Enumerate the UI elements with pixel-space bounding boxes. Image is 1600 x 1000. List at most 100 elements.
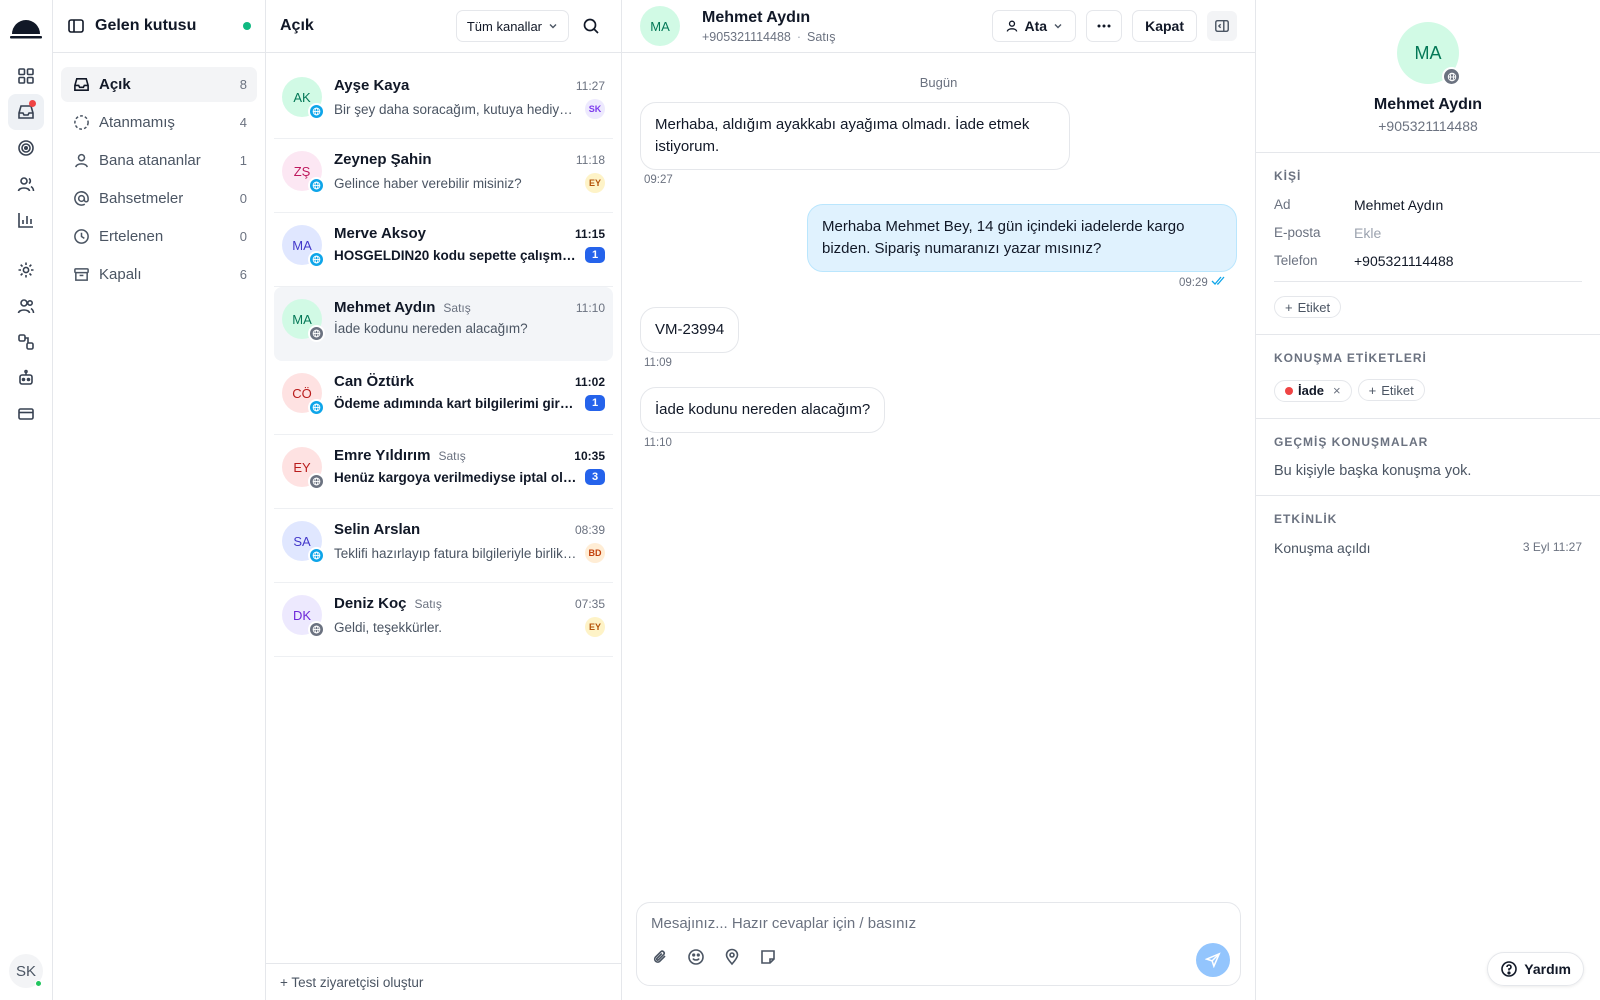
- settings-gear-icon[interactable]: [8, 252, 44, 288]
- message-composer[interactable]: Mesajınız... Hazır cevaplar için / basın…: [636, 902, 1241, 986]
- search-button[interactable]: [575, 10, 607, 42]
- inbox-item-open[interactable]: Açık 8: [61, 67, 257, 102]
- conversation-item[interactable]: SA Selin Arslan 08:39 Teklifi hazırlayıp…: [274, 509, 613, 583]
- conversation-item[interactable]: MA Merve Aksoy 11:15 HOSGELDIN20 kodu se…: [274, 213, 613, 287]
- web-channel-icon: [308, 547, 325, 564]
- close-conversation-button[interactable]: Kapat: [1132, 10, 1197, 42]
- conversation-team-tag: Satış: [438, 449, 466, 463]
- message-bubble[interactable]: Merhaba, aldığım ayakkabı ayağıma olmadı…: [640, 102, 1070, 170]
- add-contact-tag-button[interactable]: + Etiket: [1274, 296, 1342, 318]
- conversation-preview: Gelince haber verebilir misiniz?: [334, 175, 522, 191]
- app-root: SK Gelen kutusu Açık 8 Atanmamış 4 Bana …: [0, 0, 1600, 1000]
- remove-tag-x-icon[interactable]: ×: [1333, 383, 1341, 398]
- user-avatar[interactable]: SK: [9, 954, 43, 988]
- reports-icon[interactable]: [8, 202, 44, 238]
- conversation-tags-section: KONUŞMA ETİKETLERİ İade × + Etiket: [1256, 335, 1600, 419]
- inbox-item-unassigned[interactable]: Atanmamış 4: [61, 105, 257, 140]
- web-channel-icon: [308, 621, 325, 638]
- attachment-paperclip-icon[interactable]: [651, 948, 669, 966]
- message-bubble[interactable]: Merhaba Mehmet Bey, 14 gün içindeki iade…: [807, 204, 1237, 272]
- conversation-item[interactable]: DK Deniz Koç Satış 07:35 Geldi, teşekkür…: [274, 583, 613, 657]
- conversation-avatar-initials: SA: [293, 533, 311, 549]
- sidebar-toggle-icon[interactable]: [67, 17, 85, 35]
- conversation-time: 11:27: [575, 79, 605, 93]
- conversation-time: 11:15: [574, 227, 605, 241]
- dashboard-icon[interactable]: [8, 58, 44, 94]
- conversation-avatar-initials: MA: [292, 237, 312, 253]
- field-phone: Telefon +905321114488: [1274, 253, 1582, 269]
- conversation-name: Zeynep Şahin: [334, 151, 432, 168]
- message-time: 09:27: [644, 174, 673, 186]
- conversation-preview: Geldi, teşekkürler.: [334, 619, 443, 635]
- bot-icon[interactable]: [8, 360, 44, 396]
- conversation-item[interactable]: EY Emre Yıldırım Satış 10:35 Henüz kargo…: [274, 435, 613, 509]
- contact-phone: +905321114488: [702, 29, 791, 44]
- conversation-avatar: SA: [282, 521, 325, 564]
- add-conversation-tag-button[interactable]: + Etiket: [1357, 379, 1425, 401]
- emoji-smile-icon[interactable]: [687, 948, 705, 966]
- conversation-item[interactable]: ZŞ Zeynep Şahin 11:18 Gelince haber vere…: [274, 139, 613, 213]
- message-bubble[interactable]: İade kodunu nereden alacağım?: [640, 387, 886, 433]
- composer-placeholder[interactable]: Mesajınız... Hazır cevaplar için / basın…: [651, 915, 1226, 932]
- conversation-avatar-initials: AK: [293, 89, 311, 105]
- conversation-avatar: AK: [282, 77, 325, 120]
- chevron-down-icon: [549, 24, 557, 29]
- more-options-button[interactable]: [1086, 10, 1123, 42]
- sticky-note-icon[interactable]: [759, 948, 777, 966]
- inbox-item-count: 0: [239, 229, 247, 244]
- inbox-item-label: Açık: [99, 76, 131, 93]
- inbox-item-snoozed[interactable]: Ertelenen 0: [61, 219, 257, 254]
- conversation-avatar: DK: [282, 595, 325, 638]
- field-value[interactable]: Mehmet Aydın: [1354, 197, 1443, 213]
- inbox-nav-icon[interactable]: [8, 94, 44, 130]
- inbox-item-closed[interactable]: Kapalı 6: [61, 257, 257, 292]
- conversation-item[interactable]: CÖ Can Öztürk 11:02 Ödeme adımında kart …: [274, 361, 613, 435]
- conversation-preview: Teklifi hazırlayıp fatura bilgileriyle b…: [334, 545, 577, 561]
- conversation-avatar: MA: [282, 299, 325, 342]
- channel-filter-dropdown[interactable]: Tüm kanallar: [455, 10, 569, 42]
- more-horizontal-icon: [1097, 24, 1111, 28]
- help-button[interactable]: Yardım: [1487, 952, 1584, 986]
- assign-button[interactable]: Ata: [991, 10, 1077, 42]
- conversation-name: Selin Arslan: [334, 521, 421, 538]
- web-channel-icon: [308, 399, 325, 416]
- archive-icon: [73, 268, 89, 281]
- conversation-item[interactable]: MA Mehmet Aydın Satış 11:10 İade kodunu …: [274, 287, 613, 361]
- location-pin-icon[interactable]: [723, 948, 741, 966]
- contact-avatar[interactable]: MA: [640, 6, 680, 46]
- field-value[interactable]: +905321114488: [1354, 253, 1454, 269]
- conversation-time: 08:39: [574, 523, 605, 537]
- toggle-details-panel-button[interactable]: [1207, 11, 1237, 41]
- contact-avatar-initials: MA: [650, 18, 670, 34]
- field-email: E-posta Ekle: [1274, 225, 1582, 241]
- target-icon[interactable]: [8, 130, 44, 166]
- conversation-tag[interactable]: İade ×: [1274, 379, 1352, 402]
- conversation-time: 11:10: [575, 301, 605, 315]
- team-icon[interactable]: [8, 288, 44, 324]
- conversation-time: 11:18: [575, 153, 605, 167]
- conversation-team-tag: Satış: [443, 301, 471, 315]
- inbox-item-assigned-to-me[interactable]: Bana atananlar 1: [61, 143, 257, 178]
- billing-card-icon[interactable]: [8, 396, 44, 432]
- channel-filter-label: Tüm kanallar: [466, 18, 542, 34]
- conversation-name: Deniz Koç: [334, 595, 407, 612]
- create-test-visitor-label: + Test ziyaretçisi oluştur: [280, 974, 424, 990]
- contact-profile: MA Mehmet Aydın +905321114488: [1256, 0, 1600, 153]
- chevron-down-icon: [1054, 24, 1062, 29]
- person-section-title: KİŞİ: [1274, 169, 1302, 183]
- contacts-icon[interactable]: [8, 166, 44, 202]
- assign-label: Ata: [1024, 18, 1048, 34]
- conversation-item[interactable]: AK Ayşe Kaya 11:27 Bir şey daha soracağı…: [274, 65, 613, 139]
- send-button[interactable]: [1196, 943, 1230, 977]
- contact-name: Mehmet Aydın: [702, 8, 811, 26]
- message-bubble[interactable]: VM-23994: [640, 307, 740, 353]
- message-time: 11:09: [644, 357, 672, 369]
- inbox-item-mentions[interactable]: Bahsetmeler 0: [61, 181, 257, 216]
- left-rail: SK: [0, 0, 53, 1000]
- chat-header: MA Mehmet Aydın +905321114488 · Satış Ata …: [622, 0, 1255, 53]
- integrations-icon[interactable]: [8, 324, 44, 360]
- plus-icon: +: [1285, 299, 1293, 315]
- conversation-preview: HOSGELDIN20 kodu sepette çalışmıyor: [334, 247, 577, 263]
- create-test-visitor-link[interactable]: + Test ziyaretçisi oluştur: [266, 963, 621, 1000]
- add-email-link[interactable]: Ekle: [1354, 225, 1381, 241]
